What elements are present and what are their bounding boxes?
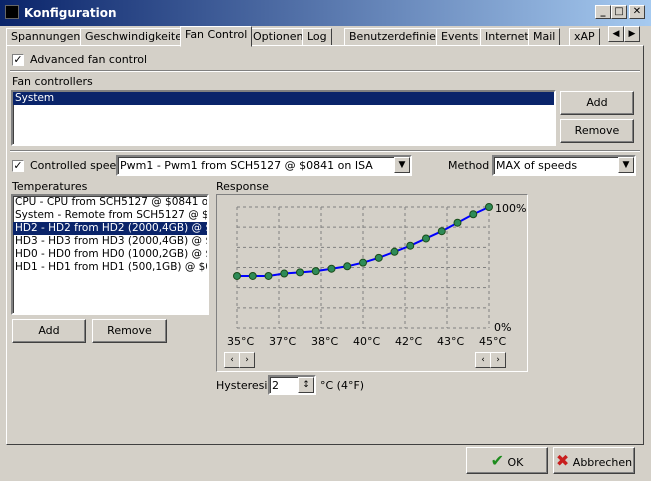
tab-benutzerdefiniert[interactable]: Benutzerdefiniert — [344, 28, 450, 46]
ok-label: OK — [507, 456, 524, 469]
chevron-down-icon[interactable]: ▼ — [618, 157, 634, 173]
controlled-speed-label: Controlled speed — [30, 159, 124, 172]
window-title: Konfiguration — [24, 6, 117, 20]
curve-point[interactable] — [469, 210, 478, 219]
checkmark-icon: ✔ — [490, 451, 505, 470]
tab-fan-control[interactable]: Fan Control — [180, 26, 253, 47]
y-bottom-label: 0% — [494, 321, 512, 334]
curve-point[interactable] — [422, 234, 430, 243]
divider — [10, 150, 640, 151]
tab-mail[interactable]: Mail — [528, 28, 561, 46]
y-top-label: 100% — [495, 202, 527, 215]
curve-point[interactable] — [233, 271, 241, 280]
curve-point[interactable] — [437, 227, 446, 236]
range-left-decrease-icon[interactable]: ‹ — [224, 352, 240, 368]
add-controller-button[interactable]: Add — [560, 91, 634, 115]
close-icon[interactable]: ✕ — [629, 5, 645, 19]
ok-button[interactable]: ✔ OK — [466, 447, 548, 474]
tab-geschwindigkeiten[interactable]: Geschwindigkeiten — [80, 28, 194, 46]
curve-point[interactable] — [406, 241, 415, 250]
add-temperature-button[interactable]: Add — [12, 319, 86, 343]
curve-point[interactable] — [453, 218, 462, 227]
response-chart-frame: 100% 0% 35°C 37°C 38°C 40°C 42°C 43°C 45… — [216, 194, 528, 372]
maximize-icon[interactable]: □ — [611, 5, 627, 19]
spinner-arrows-icon[interactable]: ↕ — [298, 377, 314, 393]
tab-spannungen[interactable]: Spannungen — [6, 28, 86, 46]
divider — [10, 70, 640, 71]
curve-point[interactable] — [264, 271, 273, 280]
cancel-button[interactable]: ✖ Abbrechen — [553, 447, 635, 474]
x-tick-label: 40°C — [353, 335, 381, 348]
x-tick-label: 35°C — [227, 335, 255, 348]
list-item[interactable]: HD3 - HD3 from HD3 (2000,4GB) @ $0000 — [13, 235, 207, 248]
advanced-fan-control-checkbox[interactable]: ✓ — [12, 54, 24, 66]
advanced-fan-control-label: Advanced fan control — [30, 53, 148, 66]
curve-point[interactable] — [327, 264, 336, 273]
curve-point[interactable] — [390, 247, 399, 256]
curve-point[interactable] — [374, 253, 383, 262]
list-item[interactable]: System — [13, 92, 554, 105]
x-tick-label: 37°C — [269, 335, 297, 348]
chevron-down-icon[interactable]: ▼ — [394, 157, 410, 173]
tab-strip: Spannungen Geschwindigkeiten Fan Control… — [6, 26, 646, 47]
tab-optionen[interactable]: Optionen — [248, 28, 309, 46]
minimize-icon[interactable]: _ — [595, 5, 611, 19]
range-right-increase-icon[interactable]: › — [490, 352, 506, 368]
pwm-select-value: Pwm1 - Pwm1 from SCH5127 @ $0841 on ISA — [120, 159, 373, 172]
temperatures-list[interactable]: CPU - CPU from SCH5127 @ $0841 on ISA Sy… — [11, 194, 209, 315]
x-tick-label: 43°C — [437, 335, 465, 348]
range-right-decrease-icon[interactable]: ‹ — [475, 352, 491, 368]
tab-scroll-left-icon[interactable]: ◀ — [608, 26, 624, 42]
list-item[interactable]: CPU - CPU from SCH5127 @ $0841 on ISA — [13, 196, 207, 209]
fan-controllers-label: Fan controllers — [12, 75, 93, 88]
remove-temperature-button[interactable]: Remove — [92, 319, 167, 343]
x-tick-label: 45°C — [479, 335, 507, 348]
range-left-increase-icon[interactable]: › — [239, 352, 255, 368]
list-item[interactable]: HD2 - HD2 from HD2 (2000,4GB) @ $0000 — [13, 222, 207, 235]
method-select[interactable]: MAX of speeds ▼ — [492, 155, 636, 176]
cancel-label: Abbrechen — [572, 456, 633, 469]
title-bar: Konfiguration _ □ ✕ — [0, 0, 651, 26]
hysteresis-label: Hysteresis — [216, 379, 274, 392]
hysteresis-spinner[interactable]: 2 ↕ — [268, 375, 316, 395]
temperatures-label: Temperatures — [12, 180, 88, 193]
tab-scroll-right-icon[interactable]: ▶ — [624, 26, 640, 42]
curve-point[interactable] — [296, 268, 304, 277]
x-icon: ✖ — [555, 451, 570, 470]
tab-events[interactable]: Events — [436, 28, 484, 46]
method-label: Method — [448, 159, 490, 172]
list-item[interactable]: HD1 - HD1 from HD1 (500,1GB) @ $0000 — [13, 261, 207, 274]
controlled-speed-checkbox[interactable]: ✓ — [12, 160, 24, 172]
curve-point[interactable] — [311, 267, 320, 276]
response-label: Response — [216, 180, 269, 193]
curve-point[interactable] — [248, 271, 257, 280]
list-item[interactable]: System - Remote from SCH5127 @ $0841 — [13, 209, 207, 222]
curve-point[interactable] — [359, 258, 367, 267]
remove-controller-button[interactable]: Remove — [560, 119, 634, 143]
tab-xap[interactable]: xAP — [569, 28, 600, 46]
hysteresis-value: 2 — [272, 379, 279, 392]
x-tick-label: 42°C — [395, 335, 423, 348]
tab-log[interactable]: Log — [302, 28, 332, 46]
curve-point[interactable] — [485, 203, 493, 211]
x-tick-label: 38°C — [311, 335, 339, 348]
curve-point[interactable] — [280, 269, 289, 278]
hysteresis-unit: °C (4°F) — [320, 379, 365, 392]
fan-controllers-list[interactable]: System — [11, 90, 556, 146]
pwm-select[interactable]: Pwm1 - Pwm1 from SCH5127 @ $0841 on ISA … — [116, 155, 412, 176]
list-item[interactable]: HD0 - HD0 from HD0 (1000,2GB) @ $0000 — [13, 248, 207, 261]
tab-internet[interactable]: Internet — [480, 28, 534, 46]
curve-point[interactable] — [343, 262, 352, 271]
method-select-value: MAX of speeds — [496, 159, 578, 172]
app-icon — [5, 5, 19, 19]
